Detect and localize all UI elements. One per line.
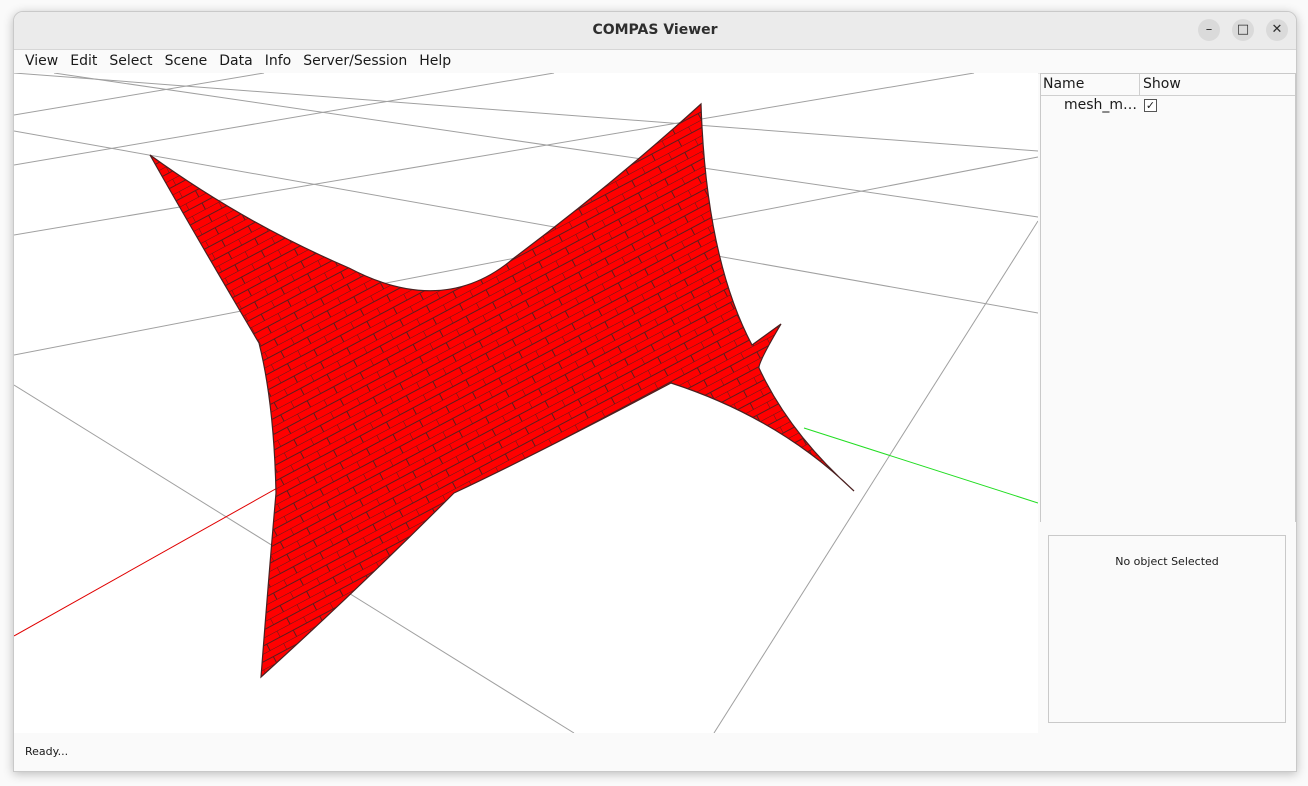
scene-tree-panel: Name Show mesh_m… ✓ — [1040, 73, 1296, 523]
properties-panel: No object Selected — [1048, 535, 1286, 723]
menu-view[interactable]: View — [19, 50, 64, 73]
status-bar: Ready... — [14, 733, 1296, 771]
title-bar[interactable]: COMPAS Viewer – □ ✕ — [14, 12, 1296, 50]
column-name[interactable]: Name — [1043, 76, 1084, 92]
show-checkbox[interactable]: ✓ — [1144, 99, 1157, 112]
maximize-button[interactable]: □ — [1232, 19, 1254, 41]
menu-scene[interactable]: Scene — [159, 50, 214, 73]
3d-viewport[interactable] — [14, 73, 1038, 733]
app-window: COMPAS Viewer – □ ✕ View Edit Select Scene D… — [13, 11, 1297, 772]
tree-row[interactable]: mesh_m… ✓ — [1041, 96, 1295, 116]
menu-info[interactable]: Info — [259, 50, 298, 73]
minimize-button[interactable]: – — [1198, 19, 1220, 41]
mesh-surface[interactable] — [149, 102, 855, 679]
menu-select[interactable]: Select — [103, 50, 158, 73]
close-button[interactable]: ✕ — [1266, 19, 1288, 41]
scene-canvas — [14, 73, 1038, 733]
window-title: COMPAS Viewer — [592, 22, 718, 38]
menu-data[interactable]: Data — [213, 50, 258, 73]
x-axis — [14, 472, 305, 637]
status-text: Ready... — [25, 745, 69, 758]
column-show[interactable]: Show — [1143, 76, 1181, 92]
menu-edit[interactable]: Edit — [64, 50, 103, 73]
panel-splitter[interactable] — [1040, 522, 1296, 536]
scene-tree-header: Name Show — [1041, 74, 1295, 96]
no-selection-message: No object Selected — [1115, 555, 1219, 568]
menu-help[interactable]: Help — [413, 50, 457, 73]
menu-server-session[interactable]: Server/Session — [297, 50, 413, 73]
y-axis — [803, 427, 1038, 504]
tree-item-label[interactable]: mesh_m… — [1064, 97, 1137, 113]
menu-bar: View Edit Select Scene Data Info Server/Sessio… — [14, 50, 1296, 74]
